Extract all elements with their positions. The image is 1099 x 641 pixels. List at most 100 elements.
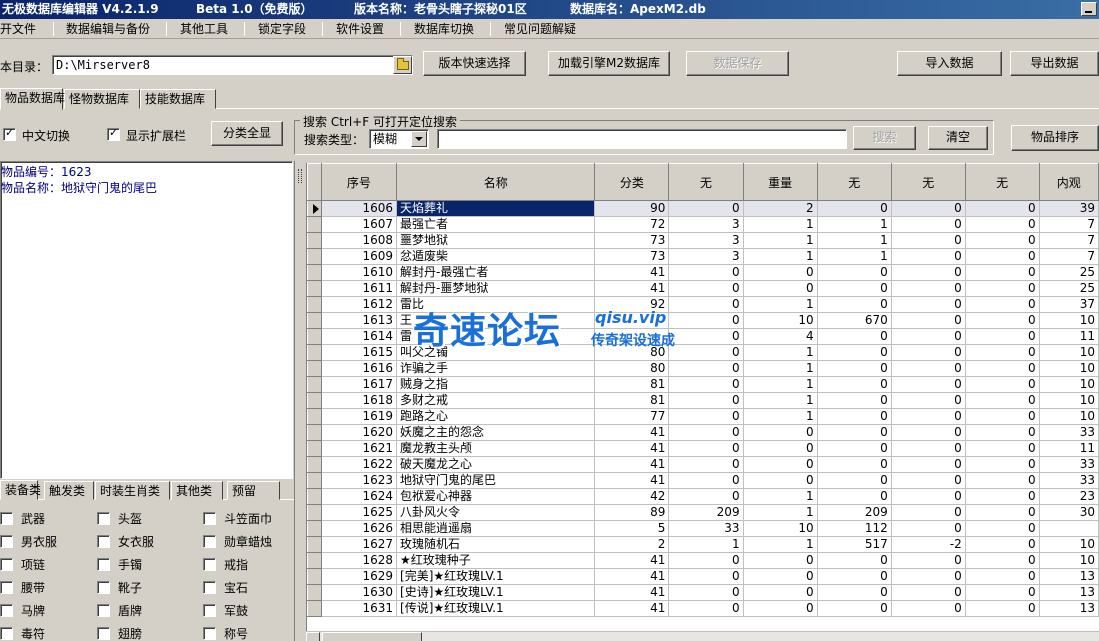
table-cell[interactable]: 1617 xyxy=(321,376,398,393)
import-data-button[interactable]: 导入数据 xyxy=(897,51,1002,76)
table-cell[interactable]: 1621 xyxy=(321,440,398,457)
table-cell[interactable]: 209 xyxy=(817,504,892,521)
table-cell[interactable]: 0 xyxy=(965,232,1040,249)
table-cell[interactable]: 81 xyxy=(594,376,670,393)
tab-monster-db[interactable]: 怪物数据库 xyxy=(64,89,140,109)
table-cell[interactable]: 0 xyxy=(891,456,966,473)
table-cell[interactable]: 0 xyxy=(817,552,892,569)
clear-button[interactable]: 清空 xyxy=(928,126,988,150)
category-checkbox[interactable] xyxy=(203,535,216,548)
table-cell[interactable]: 0 xyxy=(965,360,1040,377)
table-cell[interactable]: 112 xyxy=(817,520,892,537)
table-cell[interactable]: 0 xyxy=(668,312,744,329)
table-cell[interactable]: 1612 xyxy=(321,296,398,313)
menu-file[interactable]: 开文件 xyxy=(0,21,36,37)
table-cell[interactable]: 0 xyxy=(743,424,818,441)
item-grid[interactable]: 序号 名称 分类无重量无无无内观 1606 天焰葬礼 90 0 2 0 0 0 39 1607 最强亡者… xyxy=(306,163,1099,631)
table-cell[interactable]: 0 xyxy=(668,600,744,617)
table-cell[interactable]: 0 xyxy=(891,200,966,217)
category-item[interactable]: 靴子 xyxy=(97,579,142,595)
minimize-button[interactable] xyxy=(1081,2,1097,16)
table-cell[interactable]: 0 xyxy=(668,408,744,425)
cell-name[interactable]: 地狱守门鬼的尾巴 xyxy=(396,472,596,489)
category-checkbox[interactable] xyxy=(97,604,110,617)
table-cell[interactable]: 0 xyxy=(965,472,1040,489)
table-row[interactable]: 1631 [传说]★红玫瑰LV.1 41 0 0 0 0 0 13 xyxy=(307,600,1099,617)
category-checkbox[interactable] xyxy=(0,512,13,525)
table-cell[interactable] xyxy=(594,312,670,329)
row-indicator[interactable] xyxy=(307,296,322,313)
table-row[interactable]: 1624 包袱爱心神器 42 0 1 0 0 0 23 xyxy=(307,488,1099,505)
table-cell[interactable]: 0 xyxy=(965,376,1040,393)
table-cell[interactable]: 1 xyxy=(743,408,818,425)
category-item[interactable]: 女衣服 xyxy=(97,533,154,549)
table-cell[interactable]: 0 xyxy=(891,440,966,457)
table-cell[interactable]: 89 xyxy=(594,504,670,521)
table-cell[interactable]: 2 xyxy=(594,536,670,553)
row-indicator[interactable] xyxy=(307,488,322,505)
table-cell[interactable]: 0 xyxy=(965,408,1040,425)
table-cell[interactable]: 1631 xyxy=(321,600,398,617)
row-indicator[interactable] xyxy=(307,536,322,553)
category-item[interactable]: 男衣服 xyxy=(0,533,57,549)
table-cell[interactable]: 0 xyxy=(891,600,966,617)
column-header[interactable]: 内观 xyxy=(1038,163,1099,201)
table-row[interactable]: 1620 妖魔之主的怨念 41 0 0 0 0 0 33 xyxy=(307,424,1099,441)
cell-name[interactable]: 解封丹-噩梦地狱 xyxy=(396,280,596,297)
table-cell[interactable]: 1 xyxy=(743,296,818,313)
table-row[interactable]: 1608 噩梦地狱 73 3 1 1 0 0 7 xyxy=(307,232,1099,249)
table-row[interactable]: 1629 [完美]★红玫瑰LV.1 41 0 0 0 0 0 13 xyxy=(307,568,1099,585)
search-button[interactable]: 搜索 xyxy=(853,126,916,150)
table-cell[interactable]: 1 xyxy=(817,232,892,249)
table-cell[interactable]: 13 xyxy=(1039,568,1099,585)
cell-name[interactable]: 最强亡者 xyxy=(396,216,596,233)
category-all-button[interactable]: 分类全显 xyxy=(211,121,283,146)
table-cell[interactable]: 0 xyxy=(891,424,966,441)
category-checkbox[interactable] xyxy=(203,627,216,640)
table-row[interactable]: 1622 破天魔龙之心 41 0 0 0 0 0 33 xyxy=(307,456,1099,473)
table-cell[interactable]: 1622 xyxy=(321,456,398,473)
menu-edit-backup[interactable]: 数据编辑与备份 xyxy=(66,21,150,37)
directory-input[interactable]: D:\Mirserver8 xyxy=(52,55,413,75)
table-cell[interactable]: 0 xyxy=(668,328,744,345)
table-cell[interactable]: 1613 xyxy=(321,312,398,329)
table-cell[interactable]: 0 xyxy=(891,296,966,313)
category-item[interactable]: 勋章蜡烛 xyxy=(203,533,272,549)
table-cell[interactable]: 0 xyxy=(817,472,892,489)
category-checkbox[interactable] xyxy=(97,512,110,525)
table-cell[interactable]: 0 xyxy=(965,424,1040,441)
table-cell[interactable]: 3 xyxy=(668,248,744,265)
table-cell[interactable]: 0 xyxy=(668,376,744,393)
category-checkbox[interactable] xyxy=(0,627,13,640)
table-cell[interactable]: 0 xyxy=(817,392,892,409)
table-cell[interactable]: 41 xyxy=(594,472,670,489)
table-cell[interactable]: 1 xyxy=(743,232,818,249)
table-row[interactable]: 1618 多财之戒 81 0 1 0 0 0 10 xyxy=(307,392,1099,409)
cell-name[interactable]: 天焰葬礼 xyxy=(396,200,596,217)
category-item[interactable]: 毒符 xyxy=(0,625,45,641)
column-header[interactable]: 无 xyxy=(890,163,966,201)
cell-name[interactable]: 相思能逍遥扇 xyxy=(396,520,596,537)
table-cell[interactable]: 0 xyxy=(668,296,744,313)
table-row[interactable]: 1615 叫父之镯 80 0 1 0 0 0 10 xyxy=(307,344,1099,361)
table-cell[interactable]: 7 xyxy=(1039,216,1099,233)
tab-item-db[interactable]: 物品数据库 xyxy=(0,88,65,110)
table-cell[interactable]: 92 xyxy=(594,296,670,313)
table-cell[interactable]: 0 xyxy=(817,376,892,393)
table-cell[interactable]: 10 xyxy=(743,520,818,537)
table-cell[interactable]: 1609 xyxy=(321,248,398,265)
table-cell[interactable]: 0 xyxy=(965,344,1040,361)
table-cell[interactable]: 0 xyxy=(891,568,966,585)
table-cell[interactable]: 0 xyxy=(891,552,966,569)
table-cell[interactable]: 0 xyxy=(817,360,892,377)
table-row[interactable]: 1607 最强亡者 72 3 1 1 0 0 7 xyxy=(307,216,1099,233)
table-cell[interactable]: 0 xyxy=(817,296,892,313)
table-cell[interactable]: 1629 xyxy=(321,568,398,585)
row-indicator[interactable] xyxy=(307,248,322,265)
table-cell[interactable]: 1624 xyxy=(321,488,398,505)
row-indicator[interactable] xyxy=(307,440,322,457)
table-cell[interactable]: 0 xyxy=(817,440,892,457)
table-cell[interactable]: 0 xyxy=(965,216,1040,233)
table-cell[interactable]: 1 xyxy=(743,344,818,361)
table-cell[interactable]: 0 xyxy=(817,424,892,441)
